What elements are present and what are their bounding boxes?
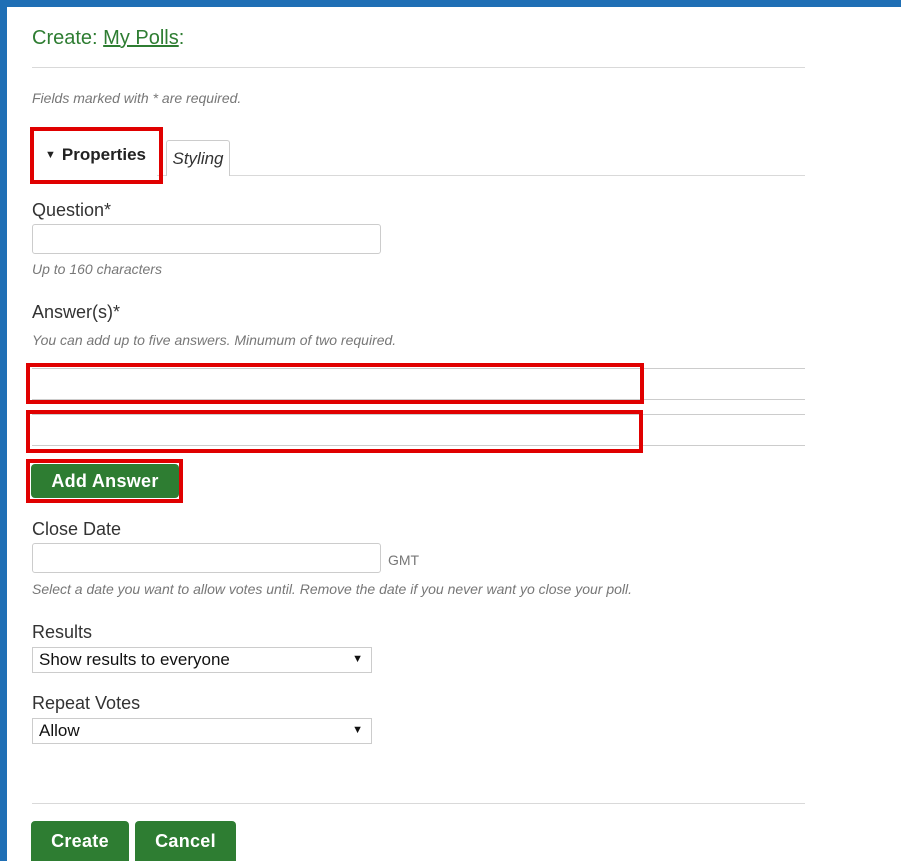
create-button[interactable]: Create [31, 821, 129, 861]
footer-divider [32, 803, 805, 804]
title-prefix: Create: [32, 27, 98, 49]
close-date-label: Close Date [32, 519, 122, 539]
repeat-votes-label: Repeat Votes [32, 693, 141, 713]
close-date-hint: Select a date you want to allow votes un… [32, 581, 632, 597]
results-selected-value: Show results to everyone [39, 650, 230, 669]
close-date-input[interactable] [32, 543, 381, 573]
answer-1-input[interactable] [32, 368, 805, 400]
caret-down-icon: ▼ [45, 149, 56, 161]
dropdown-arrow-icon: ▼ [352, 724, 363, 736]
window-frame-left [0, 0, 7, 861]
answers-hint: You can add up to five answers. Minumum … [32, 332, 397, 348]
tab-styling[interactable]: Styling [166, 140, 230, 176]
tab-styling-label: Styling [172, 148, 224, 168]
required-note: Fields marked with * are required. [32, 90, 242, 106]
title-suffix: : [178, 27, 185, 49]
timezone-label: GMT [388, 552, 420, 568]
results-label: Results [32, 622, 93, 642]
dropdown-arrow-icon: ▼ [352, 653, 363, 665]
repeat-votes-selected-value: Allow [39, 721, 80, 740]
answers-label: Answer(s)* [32, 302, 121, 322]
cancel-button[interactable]: Cancel [135, 821, 236, 861]
page-title: Create: My Polls: [32, 27, 184, 50]
question-input[interactable] [32, 224, 381, 254]
question-label: Question* [32, 200, 112, 220]
answer-2-input[interactable] [32, 414, 805, 446]
add-answer-button[interactable]: Add Answer [31, 464, 179, 498]
tab-properties-label: Properties [61, 145, 146, 164]
window-frame-top [0, 0, 901, 7]
my-polls-link[interactable]: My Polls [103, 27, 179, 49]
question-hint: Up to 160 characters [32, 261, 162, 277]
title-divider [32, 67, 805, 68]
tab-properties[interactable]: ▼ Properties [34, 131, 157, 179]
repeat-votes-select[interactable]: Allow ▼ [32, 718, 372, 744]
results-select[interactable]: Show results to everyone ▼ [32, 647, 372, 673]
